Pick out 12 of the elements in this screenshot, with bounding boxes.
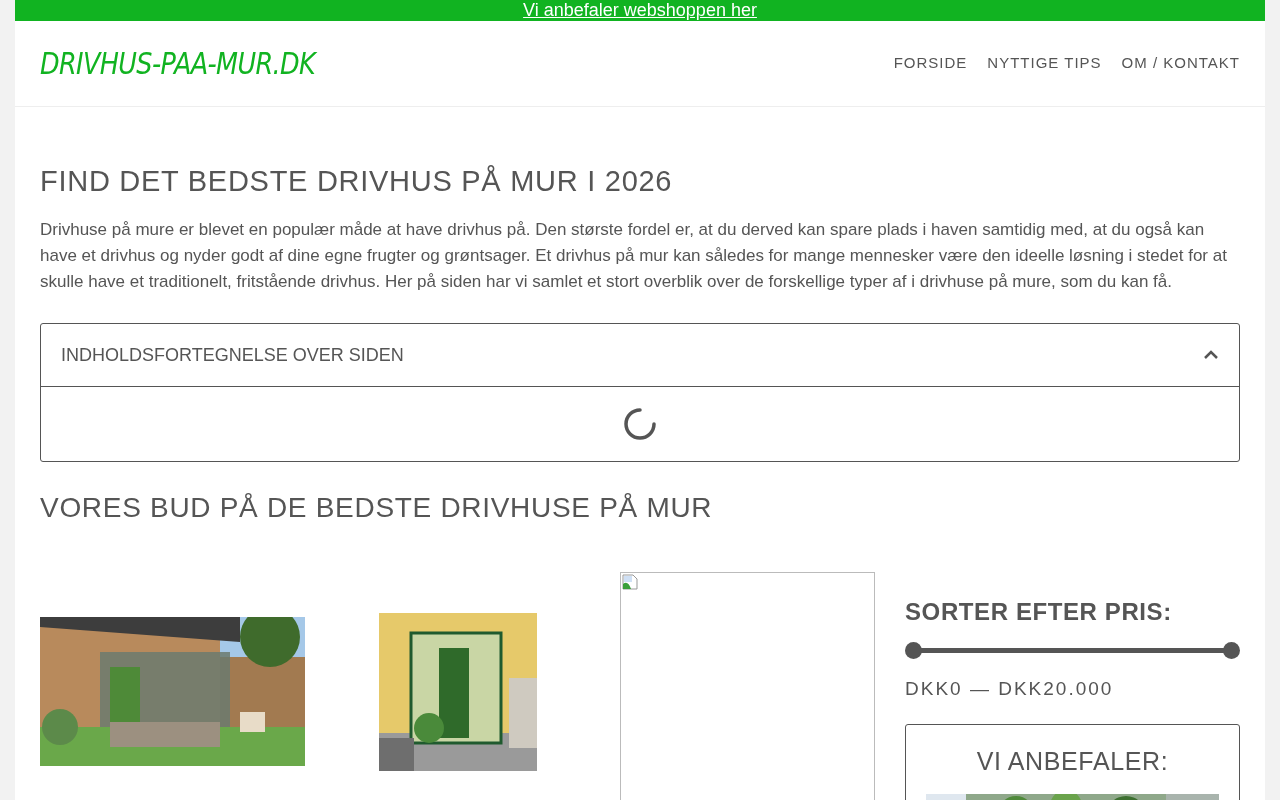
chevron-icon [1203,350,1219,360]
toc-header[interactable]: INDHOLDSFORTEGNELSE OVER SIDEN [41,324,1239,386]
nav-link[interactable]: OM / KONTAKT [1121,52,1240,75]
section-title: VORES BUD PÅ DE BEDSTE DRIVHUSE PÅ MUR [40,491,714,525]
page-title: FIND DET BEDSTE DRIVHUS PÅ MUR I 2026 [40,164,674,199]
nav-link[interactable]: NYTTIGE TIPS [987,52,1102,75]
recommend-title: VI ANBEFALER: [975,745,1170,777]
nav-link[interactable]: FORSIDE [893,52,968,75]
price-range: DKK0 — DKK20.000 [905,677,1115,701]
broken-image-icon [622,574,638,590]
sort-heading: SORTER EFTER PRIS: [905,597,1173,627]
intro-paragraph: Drivhuse på mure er blevet en populær måde at have drivhus på. Den største fordel er, at du derved kan spare plads i haven samtidig med, at du også kan have et drivhus og nyder godt af dine egne frugter og grøntsager. Et drivhus på mur kan således for mange mennesker være den ideelle løsning i stedet for at skulle have et traditionelt, fritstående drivhus. Her på siden har vi samlet et stort overblik over de forskellige typer af i drivhuse på mure, som du kan få. [40,219,1228,293]
